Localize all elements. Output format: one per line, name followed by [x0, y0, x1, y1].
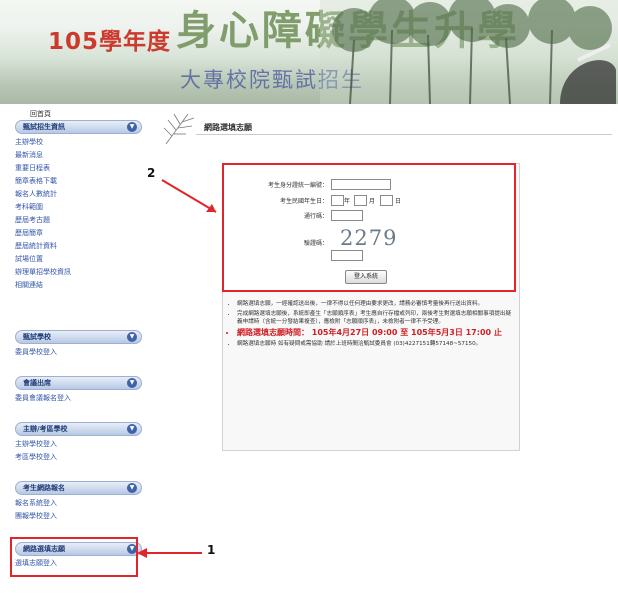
sidebar-item-related-links[interactable]: 相關連結: [15, 280, 43, 290]
birth-year-input[interactable]: [331, 195, 344, 206]
chevron-down-icon[interactable]: ▼: [127, 332, 137, 342]
section-header-online-registration[interactable]: 考生網路報名 ▼: [15, 481, 142, 495]
sidebar-item-past-exams[interactable]: 歷屆考古題: [15, 215, 50, 225]
passcode-input[interactable]: [331, 210, 363, 221]
note-item: 網路選填志願時 如有疑問或需協助 請於上班時間洽甄試委員會 (03)422715…: [237, 340, 514, 348]
sidebar-item-past-stats[interactable]: 歷屆統計資料: [15, 241, 57, 251]
header-banner: 105學年度 身心障礙學生升學 大專校院甄試招生: [0, 0, 618, 104]
sidebar: 回首頁 甄試招生資訊 ▼ 主辦學校 最新消息 重要日程表 簡章表格下載 報名人數…: [10, 108, 160, 605]
section-title: 考生網路報名: [23, 484, 65, 492]
branch-decoration-icon: [163, 113, 195, 145]
sidebar-item-meeting-login[interactable]: 委員會議報名登入: [15, 393, 71, 403]
arrow-icon: [137, 548, 202, 558]
sidebar-item-host-login[interactable]: 主辦學校登入: [15, 439, 57, 449]
sidebar-item-news[interactable]: 最新消息: [15, 150, 43, 160]
annotation-box-1: [10, 537, 138, 577]
note-item: 網路選填志願，一經確認送出後，一律不得以任何理由要求更改，請務必審慎考量後再行送…: [237, 300, 514, 308]
chevron-down-icon[interactable]: ▼: [127, 424, 137, 434]
day-unit: 日: [395, 198, 402, 205]
sidebar-item-exam-location[interactable]: 試場位置: [15, 254, 43, 264]
sidebar-item-group-login[interactable]: 團報學校登入: [15, 511, 57, 521]
sidebar-item-applicant-stats[interactable]: 報名人數統計: [15, 189, 57, 199]
sidebar-item-exam-scope[interactable]: 考科範圍: [15, 202, 43, 212]
sidebar-item-venue-login[interactable]: 考區學校登入: [15, 452, 57, 462]
id-input[interactable]: [331, 179, 391, 190]
id-label: 考生身分證統一編號：: [267, 182, 328, 189]
note-item: 完成網路選填志願後，系統即產生「志願順序表」考生應自行存檔或列印，兩後考生對選填…: [237, 310, 514, 326]
section-header-recruit-info[interactable]: 甄試招生資訊 ▼: [15, 120, 142, 134]
sidebar-item-host-school[interactable]: 主辦學校: [15, 137, 43, 147]
sidebar-item-schedule[interactable]: 重要日程表: [15, 163, 50, 173]
month-unit: 月: [369, 198, 376, 205]
section-header-exam-schools[interactable]: 甄試學校 ▼: [15, 330, 142, 344]
section-title: 會議出席: [23, 379, 51, 387]
birth-label: 考生民國年生日：: [279, 198, 328, 205]
marker-1: 1: [207, 543, 216, 557]
chevron-down-icon[interactable]: ▼: [127, 483, 137, 493]
birth-day-input[interactable]: [380, 195, 393, 206]
section-title: 甄試學校: [23, 333, 51, 341]
section-header-host-schools[interactable]: 主辦/考區學校 ▼: [15, 422, 142, 436]
page-title: 網路選填志願: [204, 123, 252, 132]
note-item-deadline: 網路選填志願時間： 105年4月27日 09:00 至 105年5月3日 17:…: [237, 328, 514, 338]
sidebar-item-registration-login[interactable]: 報名系統登入: [15, 498, 57, 508]
passcode-label: 通行碼：: [303, 213, 328, 220]
section-title: 甄試招生資訊: [23, 123, 65, 131]
marker-2: 2: [147, 166, 156, 180]
notes-list: 網路選填志願，一經確認送出後，一律不得以任何理由要求更改，請務必審慎考量後再行送…: [229, 300, 514, 350]
divider: [196, 134, 612, 135]
sidebar-item-committee-login[interactable]: 委員學校登入: [15, 347, 57, 357]
chevron-down-icon[interactable]: ▼: [127, 378, 137, 388]
sidebar-item-downloads[interactable]: 簡章表格下載: [15, 176, 57, 186]
campus-trees-illustration: [320, 0, 618, 104]
arrow-icon: [161, 179, 217, 213]
year-unit: 年: [344, 198, 351, 205]
sidebar-item-single-recruit-info[interactable]: 辦理單招學校資訊: [15, 267, 71, 277]
section-title: 主辦/考區學校: [23, 425, 68, 433]
captcha-label: 驗證碼：: [303, 240, 328, 247]
captcha-input[interactable]: [331, 250, 363, 261]
section-header-meeting[interactable]: 會議出席 ▼: [15, 376, 142, 390]
sidebar-item-past-brochures[interactable]: 歷屆簡章: [15, 228, 43, 238]
year-label: 105學年度: [48, 29, 172, 55]
login-button[interactable]: 登入系統: [345, 270, 387, 284]
home-link[interactable]: 回首頁: [30, 109, 51, 119]
captcha-image: 2279: [340, 226, 398, 250]
chevron-down-icon[interactable]: ▼: [127, 122, 137, 132]
birth-month-input[interactable]: [354, 195, 367, 206]
